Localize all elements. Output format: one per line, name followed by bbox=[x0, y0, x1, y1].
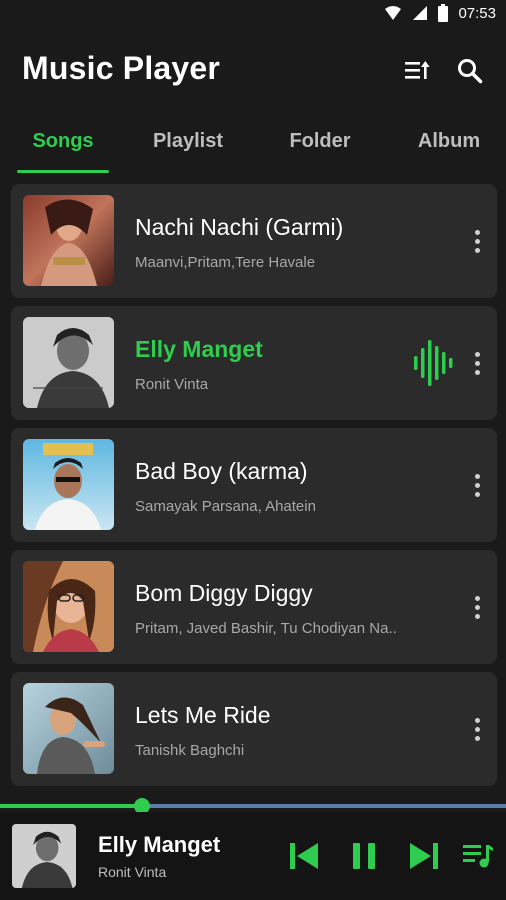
active-tab-indicator bbox=[17, 170, 109, 173]
tab-songs[interactable]: Songs bbox=[17, 130, 109, 153]
song-title: Lets Me Ride bbox=[135, 702, 271, 728]
app-title: Music Player bbox=[22, 50, 221, 86]
next-button[interactable] bbox=[406, 838, 442, 874]
song-title: Nachi Nachi (Garmi) bbox=[135, 214, 344, 240]
playback-progress-bar[interactable] bbox=[0, 798, 506, 814]
song-item[interactable]: Lets Me Ride Tanishk Baghchi bbox=[11, 672, 497, 786]
sort-icon bbox=[405, 61, 430, 79]
equalizer-icon bbox=[413, 340, 455, 391]
album-art bbox=[23, 195, 114, 286]
album-art bbox=[23, 439, 114, 530]
progress-fill bbox=[0, 804, 142, 808]
mini-player[interactable]: Elly Manget Ronit Vinta bbox=[0, 812, 506, 900]
more-options-button[interactable] bbox=[467, 592, 487, 622]
album-art bbox=[23, 561, 114, 652]
now-playing-artist: Ronit Vinta bbox=[98, 864, 167, 880]
more-vertical-icon bbox=[474, 351, 480, 357]
song-artist: Pritam, Javed Bashir, Tu Chodiyan Na.. bbox=[135, 620, 397, 637]
song-artist: Maanvi,Pritam,Tere Havale bbox=[135, 254, 316, 271]
song-title: Bom Diggy Diggy bbox=[135, 580, 313, 606]
next-icon bbox=[410, 843, 438, 869]
wifi-icon bbox=[385, 6, 402, 20]
more-options-button[interactable] bbox=[467, 470, 487, 500]
pause-button[interactable] bbox=[346, 838, 382, 874]
song-list: Nachi Nachi (Garmi) Maanvi,Pritam,Tere H… bbox=[11, 184, 497, 794]
pause-icon bbox=[353, 843, 375, 869]
status-bar: 07:53 bbox=[0, 0, 506, 30]
previous-icon bbox=[290, 843, 318, 869]
status-time: 07:53 bbox=[458, 4, 496, 22]
battery-icon bbox=[438, 4, 449, 22]
song-item[interactable]: Bom Diggy Diggy Pritam, Javed Bashir, Tu… bbox=[11, 550, 497, 664]
more-vertical-icon bbox=[474, 717, 480, 723]
song-artist: Ronit Vinta bbox=[135, 376, 209, 393]
tab-album[interactable]: Album bbox=[404, 130, 494, 153]
now-playing-album-art bbox=[12, 824, 76, 888]
song-title: Bad Boy (karma) bbox=[135, 458, 308, 484]
album-art bbox=[23, 683, 114, 774]
more-options-button[interactable] bbox=[467, 348, 487, 378]
more-vertical-icon bbox=[474, 473, 480, 479]
more-vertical-icon bbox=[474, 229, 480, 235]
album-art bbox=[23, 317, 114, 408]
song-item[interactable]: Bad Boy (karma) Samayak Parsana, Ahatein bbox=[11, 428, 497, 542]
now-playing-title: Elly Manget bbox=[98, 832, 221, 857]
previous-button[interactable] bbox=[286, 838, 322, 874]
queue-icon bbox=[463, 845, 493, 868]
song-title: Elly Manget bbox=[135, 336, 263, 362]
song-item[interactable]: Elly Manget Ronit Vinta bbox=[11, 306, 497, 420]
signal-icon bbox=[413, 6, 428, 20]
tab-bar: Songs Playlist Folder Album bbox=[0, 120, 506, 174]
search-button[interactable] bbox=[455, 56, 485, 86]
song-artist: Tanishk Baghchi bbox=[135, 742, 245, 759]
status-icons: 07:53 bbox=[384, 4, 496, 22]
more-options-button[interactable] bbox=[467, 226, 487, 256]
more-vertical-icon bbox=[474, 595, 480, 601]
song-artist: Samayak Parsana, Ahatein bbox=[135, 498, 316, 515]
app-bar: Music Player bbox=[0, 38, 506, 104]
search-icon bbox=[458, 59, 483, 84]
queue-button[interactable] bbox=[460, 838, 496, 874]
sort-button[interactable] bbox=[402, 56, 432, 86]
tab-playlist[interactable]: Playlist bbox=[140, 130, 236, 153]
tab-folder[interactable]: Folder bbox=[274, 130, 366, 153]
song-item[interactable]: Nachi Nachi (Garmi) Maanvi,Pritam,Tere H… bbox=[11, 184, 497, 298]
more-options-button[interactable] bbox=[467, 714, 487, 744]
